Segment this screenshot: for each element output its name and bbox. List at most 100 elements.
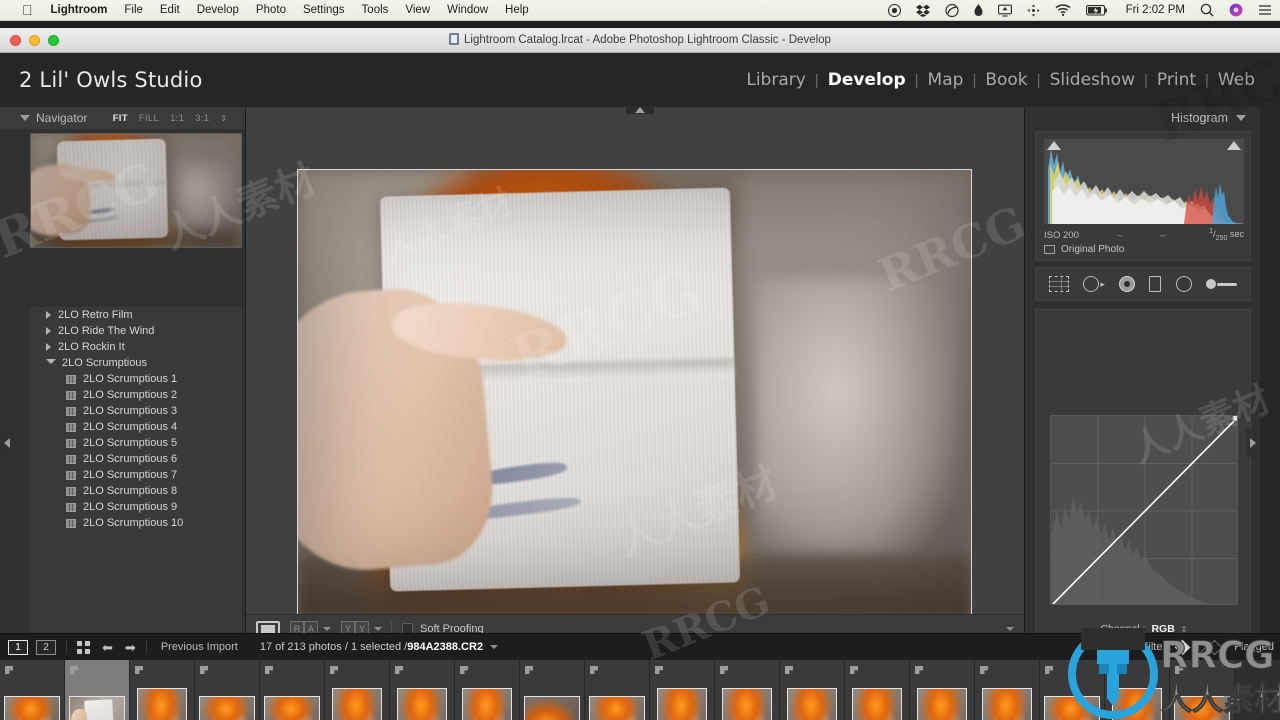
- grid-view-icon[interactable]: [77, 640, 90, 654]
- top-panel-collapse-toggle[interactable]: [626, 106, 654, 114]
- compare-caret-icon[interactable]: [374, 626, 382, 631]
- toolbar-options-caret-icon[interactable]: [1006, 626, 1014, 631]
- thumbnail-frame[interactable]: [332, 687, 382, 720]
- flag-icon[interactable]: [200, 666, 208, 674]
- flag-icon[interactable]: [265, 666, 273, 674]
- navigator-preview[interactable]: [30, 133, 242, 248]
- filmstrip-thumbnail[interactable]: [715, 660, 780, 720]
- module-web[interactable]: Web: [1209, 70, 1264, 90]
- thumbnail-frame[interactable]: [199, 695, 255, 720]
- filmstrip-thumbnail[interactable]: [585, 660, 650, 720]
- display-icon[interactable]: [997, 4, 1012, 17]
- preset-item[interactable]: 2LO Scrumptious 5: [30, 435, 242, 451]
- thumbnail-frame[interactable]: [982, 687, 1032, 720]
- source-label[interactable]: Previous Import: [161, 641, 238, 653]
- menu-item-photo[interactable]: Photo: [256, 4, 286, 16]
- menu-item-lightroom[interactable]: Lightroom: [51, 4, 108, 16]
- red-eye-correction-icon[interactable]: [1119, 276, 1136, 292]
- flag-icon[interactable]: [5, 666, 13, 674]
- histogram-header[interactable]: Histogram: [1025, 107, 1260, 129]
- chevron-down-icon[interactable]: [20, 115, 30, 121]
- module-develop[interactable]: Develop: [819, 70, 915, 90]
- preset-item[interactable]: 2LO Scrumptious 8: [30, 483, 242, 499]
- thumbnail-frame[interactable]: [787, 687, 837, 720]
- right-panel-collapse-toggle[interactable]: [1246, 429, 1260, 457]
- adjustment-brush-icon[interactable]: [1205, 279, 1237, 289]
- thumbnail-frame[interactable]: [397, 687, 447, 720]
- preset-item[interactable]: 2LO Scrumptious 3: [30, 403, 242, 419]
- filmstrip-thumbnail[interactable]: [455, 660, 520, 720]
- menu-item-settings[interactable]: Settings: [303, 4, 345, 16]
- flag-icon[interactable]: [135, 666, 143, 674]
- before-after-caret-icon[interactable]: [323, 626, 331, 631]
- creative-cloud-icon[interactable]: [944, 3, 959, 17]
- filmstrip-thumbnail[interactable]: [390, 660, 455, 720]
- chevron-right-icon[interactable]: [46, 327, 51, 335]
- crop-overlay-icon[interactable]: [1049, 276, 1070, 292]
- filmstrip-thumbnail[interactable]: [65, 660, 130, 720]
- flag-icon[interactable]: [850, 666, 858, 674]
- flag-icon[interactable]: [915, 666, 923, 674]
- thumbnail-frame[interactable]: [852, 687, 902, 720]
- preset-item[interactable]: 2LO Scrumptious 4: [30, 419, 242, 435]
- filmstrip-thumbnail[interactable]: [1105, 660, 1170, 720]
- preset-group[interactable]: 2LO Ride The Wind: [30, 323, 242, 339]
- menubar-clock[interactable]: Fri 2:02 PM: [1126, 4, 1185, 16]
- spot-removal-icon[interactable]: ▸: [1083, 276, 1105, 292]
- thumbnail-frame[interactable]: [137, 687, 187, 720]
- preset-item[interactable]: 2LO Scrumptious 9: [30, 499, 242, 515]
- flag-icon[interactable]: [590, 666, 598, 674]
- zoom-stepper-icon[interactable]: ⇕: [220, 114, 227, 123]
- module-map[interactable]: Map: [919, 70, 973, 90]
- thumbnail-frame[interactable]: [69, 695, 125, 720]
- graduated-filter-icon[interactable]: [1149, 276, 1162, 292]
- histogram-graph[interactable]: [1044, 139, 1244, 224]
- flag-icon[interactable]: [720, 666, 728, 674]
- flame-icon[interactable]: [974, 3, 983, 17]
- menu-item-window[interactable]: Window: [447, 4, 488, 16]
- flag-icon[interactable]: [70, 666, 78, 674]
- highlight-clipping-indicator[interactable]: [1227, 141, 1241, 150]
- filmstrip-thumbnail[interactable]: [325, 660, 390, 720]
- filmstrip-thumbnail[interactable]: [845, 660, 910, 720]
- spotlight-search-icon[interactable]: [1200, 3, 1214, 17]
- thumbnail-frame[interactable]: [589, 695, 645, 720]
- notification-center-icon[interactable]: [1258, 4, 1272, 16]
- thumbnail-frame[interactable]: [917, 687, 967, 720]
- flag-rejected-icon[interactable]: [1206, 639, 1223, 655]
- record-icon[interactable]: [887, 3, 901, 17]
- page-1-button[interactable]: 1: [8, 639, 28, 655]
- thumbnail-frame[interactable]: [722, 687, 772, 720]
- chevron-down-icon[interactable]: [1236, 115, 1246, 121]
- preset-group[interactable]: 2LO Rockin It: [30, 339, 242, 355]
- menu-item-view[interactable]: View: [405, 4, 430, 16]
- original-photo-row[interactable]: Original Photo: [1044, 244, 1124, 255]
- chevron-right-icon[interactable]: [46, 311, 51, 319]
- preset-item[interactable]: 2LO Scrumptious 6: [30, 451, 242, 467]
- flag-icon[interactable]: [980, 666, 988, 674]
- navigator-header[interactable]: Navigator FIT FILL 1:1 3:1 ⇕: [0, 107, 245, 129]
- filmstrip-thumbnail[interactable]: [910, 660, 975, 720]
- filmstrip-thumbnail[interactable]: [130, 660, 195, 720]
- siri-icon[interactable]: [1229, 3, 1243, 17]
- preset-item[interactable]: 2LO Scrumptious 1: [30, 371, 242, 387]
- zoom-fit[interactable]: FIT: [113, 113, 128, 124]
- thumbnail-frame[interactable]: [462, 687, 512, 720]
- thumbnail-frame[interactable]: [1112, 687, 1162, 720]
- flag-icon[interactable]: [655, 666, 663, 674]
- filename-caret-icon[interactable]: [490, 645, 499, 649]
- thumbnail-frame[interactable]: [657, 687, 707, 720]
- move-icon[interactable]: [1027, 4, 1040, 17]
- preset-item[interactable]: 2LO Scrumptious 10: [30, 515, 242, 531]
- flag-icon[interactable]: [1110, 666, 1118, 674]
- navigate-back-icon[interactable]: ⬅: [102, 641, 113, 654]
- filmstrip-thumbnail[interactable]: [780, 660, 845, 720]
- dropbox-icon[interactable]: [915, 4, 930, 17]
- chevron-down-icon[interactable]: [46, 358, 56, 368]
- flag-flagged-icon[interactable]: [1174, 639, 1191, 655]
- left-panel-collapse-toggle[interactable]: [0, 429, 14, 457]
- filmstrip-thumbnail[interactable]: [0, 660, 65, 720]
- menu-item-tools[interactable]: Tools: [362, 4, 389, 16]
- menu-item-help[interactable]: Help: [505, 4, 529, 16]
- zoom-3-1[interactable]: 3:1: [195, 113, 209, 124]
